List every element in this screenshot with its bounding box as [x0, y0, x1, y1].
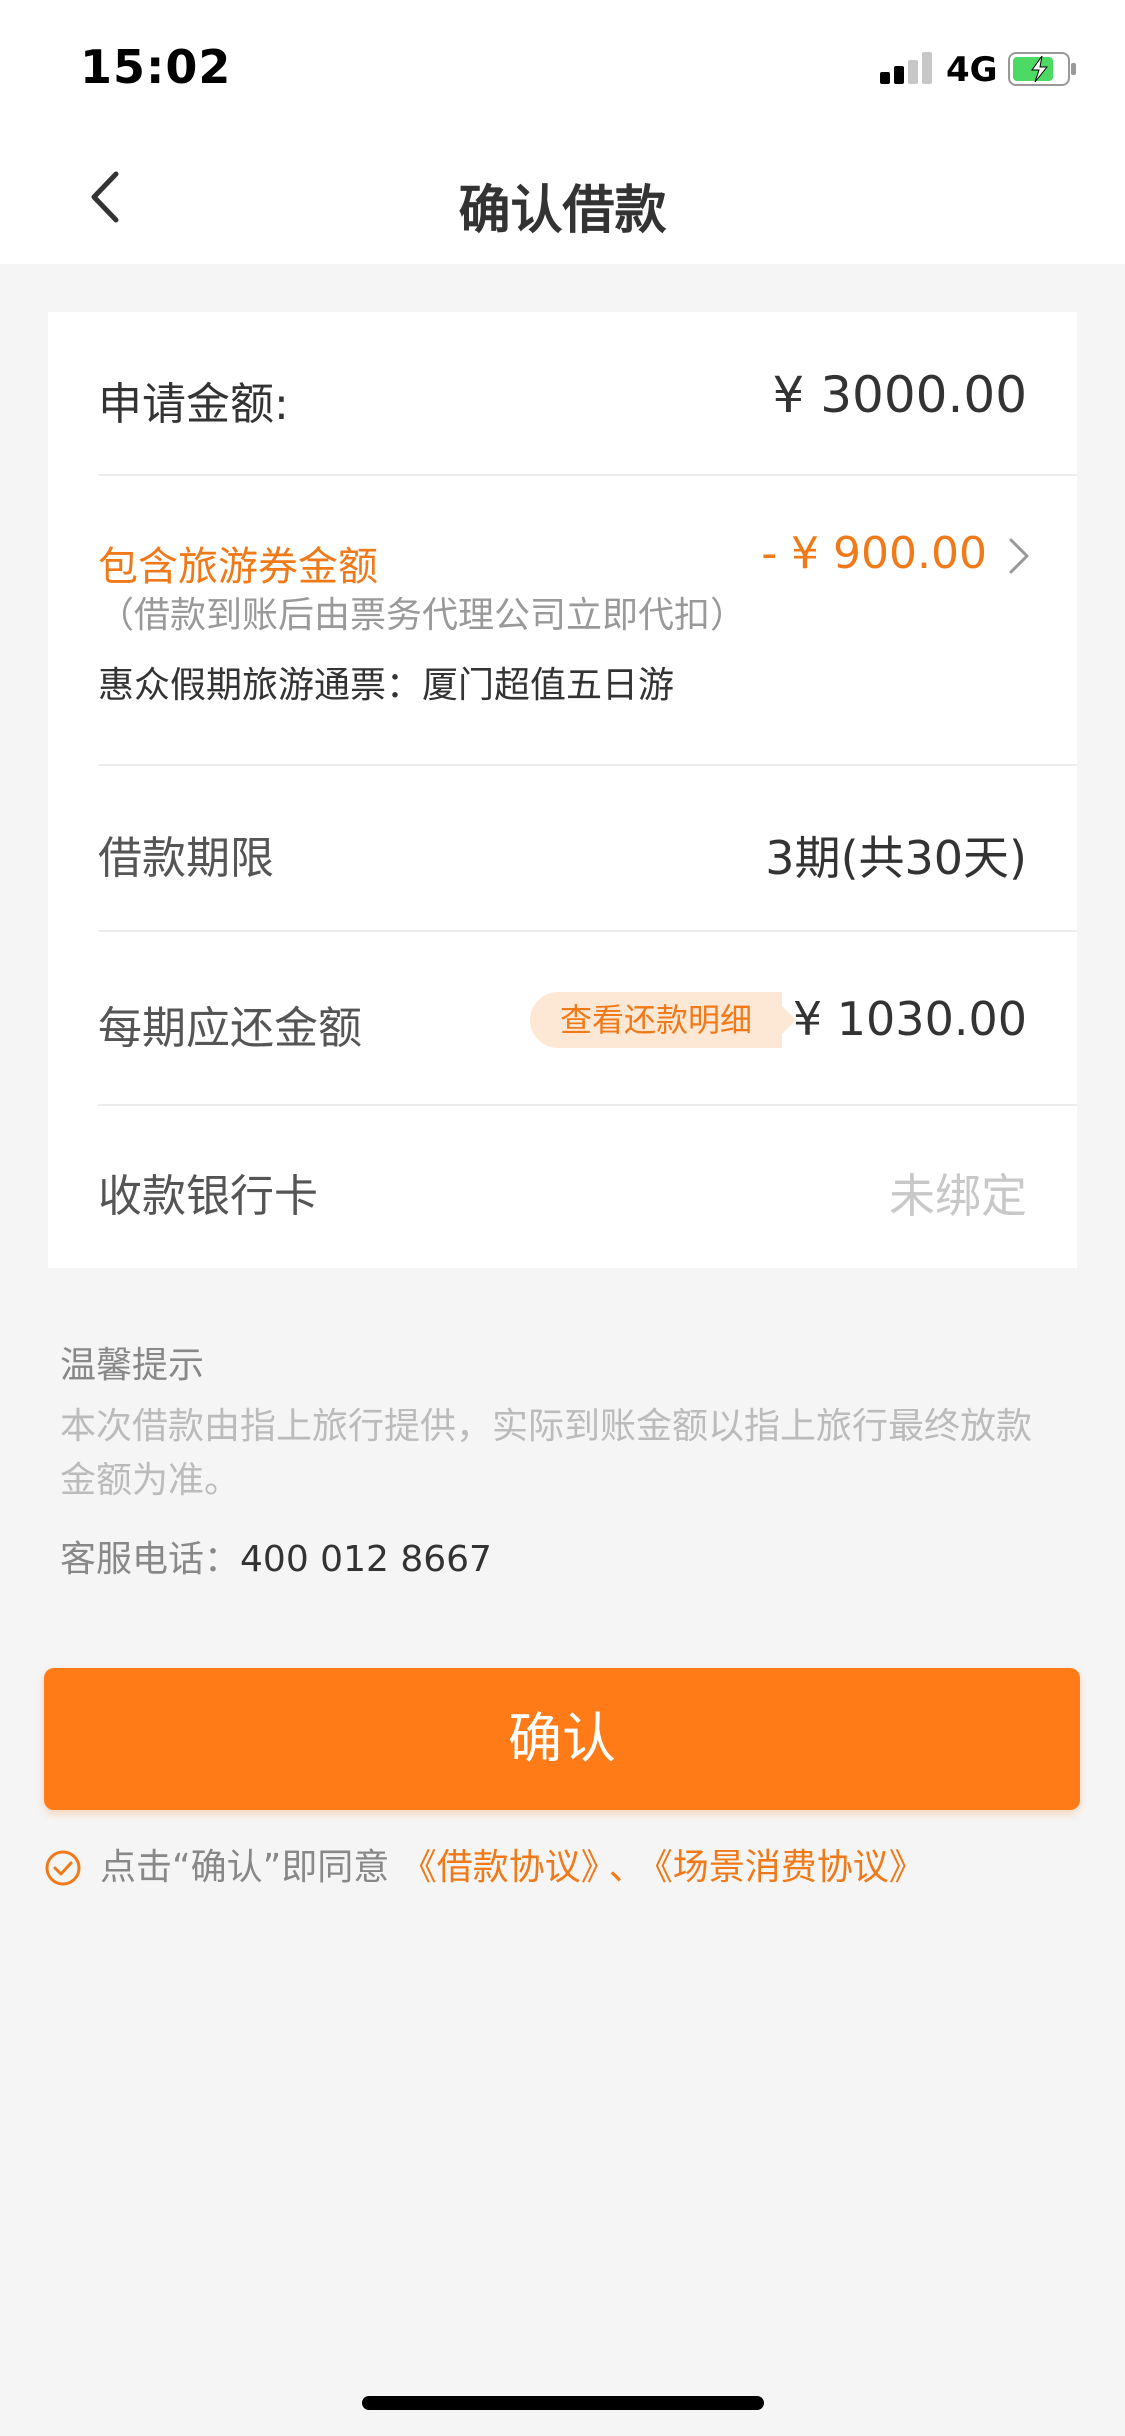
status-bar: 15:02 4G [0, 0, 1125, 132]
chevron-right-icon[interactable] [1007, 536, 1033, 576]
tips-text: 本次借款由指上旅行提供，实际到账金额以指上旅行最终放款金额为准。 [60, 1406, 1033, 1501]
voucher-value: - ¥ 900.00 [761, 528, 987, 579]
voucher-description: 惠众假期旅游通票：厦门超值五日游 [98, 665, 675, 706]
voucher-label: 包含旅游券金额 [98, 544, 378, 590]
consumption-agreement-link[interactable]: 《场景消费协议》 [655, 1847, 925, 1888]
signal-strength-icon [880, 50, 936, 84]
apply-amount-row: 申请金额: ¥ 3000.00 [98, 312, 1077, 476]
status-time: 15:02 [80, 40, 232, 94]
page-title: 确认借款 [458, 181, 667, 241]
hotline: 客服电话：400 012 8667 [60, 1530, 492, 1582]
agreement-prefix: 点击“确认”即同意 [100, 1847, 390, 1888]
installment-row: 每期应还金额 查看还款明细 ¥ 1030.00 [98, 932, 1077, 1106]
bank-card-label: 收款银行卡 [98, 1171, 318, 1222]
installment-label: 每期应还金额 [98, 1003, 362, 1054]
apply-amount-value: ¥ 3000.00 [772, 366, 1027, 424]
agreement-separator: 、 [608, 1847, 645, 1888]
loan-detail-card: 申请金额: ¥ 3000.00 包含旅游券金额 （借款到账后由票务代理公司立即代… [48, 312, 1077, 1268]
tips-title: 温馨提示 [60, 1345, 205, 1386]
nav-bar: 确认借款 [0, 132, 1125, 264]
voucher-note: （借款到账后由票务代理公司立即代扣） [98, 595, 747, 636]
loan-term-row: 借款期限 3期(共30天) [98, 766, 1077, 932]
apply-amount-label: 申请金额: [98, 379, 289, 430]
loan-agreement-link[interactable]: 《借款协议》 [401, 1847, 599, 1888]
repayment-detail-button[interactable]: 查看还款明细 [529, 992, 797, 1048]
bank-card-value: 未绑定 [889, 1169, 1027, 1223]
voucher-row[interactable]: 包含旅游券金额 （借款到账后由票务代理公司立即代扣） - ¥ 900.00 惠众… [98, 476, 1077, 766]
loan-term-value: 3期(共30天) [765, 831, 1027, 885]
network-type: 4G [946, 50, 998, 90]
home-indicator [362, 2396, 764, 2410]
tips-section: 温馨提示 本次借款由指上旅行提供，实际到账金额以指上旅行最终放款金额为准。 [60, 1336, 1060, 1508]
hotline-number[interactable]: 400 012 8667 [240, 1539, 492, 1580]
battery-charging-icon [1008, 52, 1076, 86]
confirm-button[interactable]: 确认 [44, 1668, 1080, 1810]
loan-term-label: 借款期限 [98, 833, 274, 884]
agreement-line: 点击“确认”即同意 《借款协议》、《场景消费协议》 [44, 1838, 925, 1890]
bank-card-row[interactable]: 收款银行卡 未绑定 [98, 1106, 1077, 1268]
hotline-label: 客服电话： [60, 1539, 241, 1580]
installment-value: ¥ 1030.00 [792, 992, 1027, 1046]
check-circle-icon[interactable] [44, 1849, 82, 1887]
